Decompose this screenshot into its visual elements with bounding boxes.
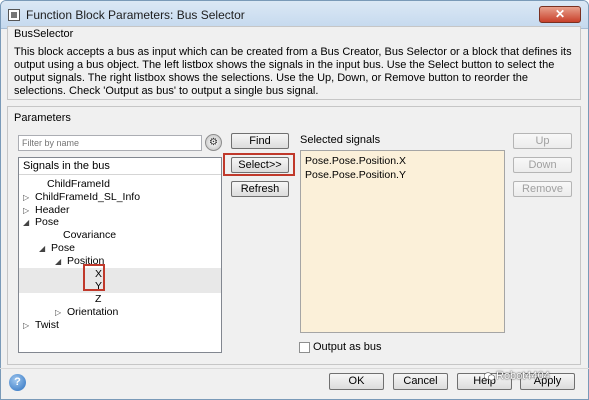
cancel-button[interactable]: Cancel [393, 373, 448, 390]
signals-tree-header: Signals in the bus [19, 158, 221, 175]
wechat-icon [484, 372, 495, 381]
output-as-bus-checkbox[interactable] [299, 342, 310, 353]
collapse-arrow-icon[interactable]: ◢ [55, 255, 63, 268]
window-title: Function Block Parameters: Bus Selector [26, 8, 245, 22]
block-description: This block accepts a bus as input which … [14, 46, 572, 97]
selected-signal-item[interactable]: Pose.Pose.Position.X [305, 154, 500, 168]
tree-item[interactable]: X [19, 267, 221, 281]
tree-item-label: Z [95, 293, 102, 306]
xy-highlight-box [83, 264, 105, 291]
tree-item-label: Pose [51, 242, 75, 254]
select-button[interactable]: Select>> [231, 157, 289, 173]
tree-item-label: Pose [35, 216, 59, 229]
up-button[interactable]: Up [513, 133, 572, 149]
collapse-arrow-icon[interactable]: ◢ [39, 242, 47, 255]
tree-item-label: ChildFrameId [47, 178, 111, 190]
tree-item-label: Covariance [63, 229, 117, 242]
tree-item[interactable]: ▷ Header [19, 204, 221, 217]
tree-item[interactable]: ◢ Pose [19, 242, 221, 255]
tree-item-label: Twist [35, 318, 59, 331]
selected-signals-list[interactable]: Pose.Pose.Position.X Pose.Pose.Position.… [300, 150, 505, 333]
filter-input[interactable] [18, 135, 202, 151]
filter-options-icon[interactable]: ⚙ [205, 134, 222, 151]
block-parameters-icon [8, 9, 20, 21]
title-bar[interactable]: Function Block Parameters: Bus Selector … [1, 1, 588, 29]
expand-arrow-icon[interactable]: ▷ [23, 319, 31, 332]
close-button[interactable]: ✕ [539, 6, 581, 23]
remove-button[interactable]: Remove [513, 181, 572, 197]
tree-item[interactable]: Covariance [19, 229, 221, 242]
watermark-text: Robot4404 [496, 370, 550, 382]
tree-item[interactable]: ChildFrameId [19, 178, 221, 191]
find-button[interactable]: Find [231, 133, 289, 149]
parameters-label: Parameters [14, 112, 71, 124]
tree-item[interactable]: ◢ Pose [19, 216, 221, 229]
expand-arrow-icon[interactable]: ▷ [55, 306, 63, 319]
tree-item-label: Orientation [67, 306, 119, 318]
tree-item[interactable]: ▷ Orientation [19, 306, 221, 319]
expand-arrow-icon[interactable]: ▷ [23, 191, 31, 204]
tree-item[interactable]: ◢ Position [19, 255, 221, 268]
tree-item[interactable]: Y [19, 280, 221, 294]
ok-button[interactable]: OK [329, 373, 384, 390]
selected-signal-item[interactable]: Pose.Pose.Position.Y [305, 168, 500, 182]
signals-tree[interactable]: Signals in the bus ChildFrameId ▷ ChildFra… [18, 157, 222, 353]
tree-item[interactable]: ▷ Twist [19, 319, 221, 332]
tree-item-label: Header [35, 203, 70, 216]
block-name: BusSelector [14, 28, 74, 40]
tree-item-label: ChildFrameId_SL_Info [35, 190, 141, 203]
down-button[interactable]: Down [513, 157, 572, 173]
collapse-arrow-icon[interactable]: ◢ [23, 216, 31, 229]
selected-signals-title: Selected signals [300, 134, 381, 146]
footer-divider [0, 368, 589, 369]
tree-item[interactable]: Z [19, 293, 221, 306]
expand-arrow-icon[interactable]: ▷ [23, 204, 31, 217]
refresh-button[interactable]: Refresh [231, 181, 289, 197]
help-icon[interactable]: ? [9, 374, 26, 391]
output-as-bus-label: Output as bus [313, 341, 382, 353]
tree-item[interactable]: ▷ ChildFrameId_SL_Info [19, 191, 221, 204]
